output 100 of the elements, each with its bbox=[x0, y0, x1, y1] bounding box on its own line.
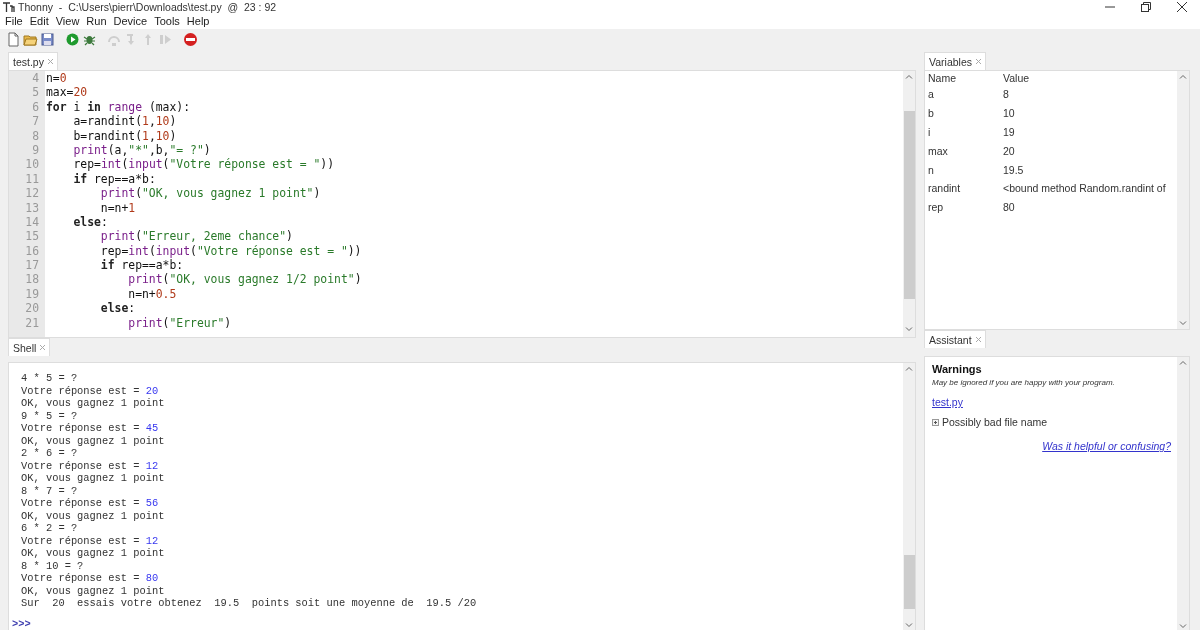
plus-box-icon[interactable] bbox=[932, 418, 939, 426]
code-line: n=0 bbox=[46, 71, 67, 85]
code-line: max=20 bbox=[46, 85, 88, 100]
menu-item[interactable]: Edit bbox=[26, 15, 52, 27]
scroll-thumb[interactable] bbox=[903, 111, 915, 299]
code-line: if rep==a*b: bbox=[99, 258, 184, 273]
code-line: a=randint(1,10) bbox=[72, 114, 177, 129]
table-cell-text: 8 bbox=[1003, 88, 1010, 101]
line-number: 19 bbox=[25, 286, 39, 301]
close-icon[interactable] bbox=[1177, 1, 1187, 12]
shell-output-line: OK, vous gagnez 1 point bbox=[21, 584, 165, 597]
panel-tab[interactable]: test.py bbox=[8, 52, 58, 70]
panel-tab[interactable]: Variables bbox=[924, 52, 986, 70]
code-line: print(a,"*",b,"= ?") bbox=[72, 142, 211, 157]
line-number: 14 bbox=[25, 214, 39, 229]
shell-output-line: 6 * 2 = ? bbox=[21, 522, 78, 534]
warnings-note: May be ignored if you are happy with your program. bbox=[932, 378, 1116, 387]
line-number: 9 bbox=[32, 142, 39, 157]
menu-item[interactable]: File bbox=[2, 15, 26, 27]
save-button[interactable] bbox=[40, 31, 55, 47]
menu-item[interactable]: Device bbox=[110, 15, 151, 27]
warning-item: Possibly bad file name bbox=[942, 416, 1048, 428]
code-line: print("Erreur") bbox=[127, 315, 232, 330]
code-line: print("OK, vous gagnez 1 point") bbox=[99, 186, 321, 201]
code-line: rep=int(input("Votre réponse est = ")) bbox=[72, 157, 335, 172]
warnings-heading: Warnings bbox=[932, 363, 983, 375]
shell-output-line: Votre réponse est = 45 bbox=[21, 422, 159, 434]
chevron-up-icon[interactable] bbox=[905, 73, 913, 81]
scrollbar[interactable] bbox=[1177, 357, 1189, 630]
code-line: b=randint(1,10) bbox=[72, 128, 177, 143]
app-logo-icon bbox=[3, 1, 15, 12]
chevron-down-icon[interactable] bbox=[1179, 622, 1187, 630]
code-line: else: bbox=[99, 301, 136, 316]
shell-output-line: 4 * 5 = ? bbox=[21, 372, 78, 384]
shell-console[interactable] bbox=[8, 362, 916, 630]
scrollbar[interactable] bbox=[903, 363, 915, 630]
file-link[interactable]: test.py bbox=[932, 396, 963, 408]
shell-output-line: Votre réponse est = 12 bbox=[21, 534, 159, 547]
shell-output-line: OK, vous gagnez 1 point bbox=[21, 547, 165, 559]
table-cell-text: randint bbox=[928, 182, 962, 195]
shell-output-line: 2 * 6 = ? bbox=[21, 447, 78, 459]
line-number: 5 bbox=[32, 85, 39, 100]
line-number: 16 bbox=[25, 243, 39, 258]
chevron-up-icon[interactable] bbox=[1179, 73, 1187, 81]
shell-output-line: OK, vous gagnez 1 point bbox=[21, 434, 165, 447]
code-line: print("OK, vous gagnez 1/2 point") bbox=[127, 272, 362, 287]
table-cell-text: <bound method Random.randint of bbox=[1003, 182, 1167, 195]
column-header[interactable]: Value bbox=[1003, 72, 1177, 84]
table-cell-text: a bbox=[928, 88, 935, 101]
shell-output-line: Votre réponse est = 20 bbox=[21, 384, 159, 397]
chevron-down-icon[interactable] bbox=[1179, 319, 1187, 327]
code-line: for i in range (max): bbox=[46, 99, 191, 114]
scroll-thumb[interactable] bbox=[903, 555, 915, 609]
line-number: 18 bbox=[25, 272, 39, 287]
line-number: 6 bbox=[32, 99, 39, 114]
code-line: rep=int(input("Votre réponse est = ")) bbox=[99, 243, 362, 258]
feedback-link[interactable]: Was it helpful or confusing? bbox=[1042, 440, 1171, 452]
menu-item[interactable]: Help bbox=[183, 15, 213, 27]
menu-item[interactable]: Tools bbox=[151, 15, 183, 27]
table-cell-text: rep bbox=[928, 201, 945, 214]
column-header[interactable]: Name bbox=[928, 72, 1003, 84]
panel-tab[interactable]: Shell bbox=[8, 338, 51, 356]
line-number: 11 bbox=[25, 171, 39, 186]
chevron-up-icon[interactable] bbox=[905, 365, 913, 373]
code-editor[interactable] bbox=[8, 70, 916, 338]
line-number: 15 bbox=[25, 229, 39, 244]
shell-output-line: 8 * 7 = ? bbox=[21, 484, 78, 497]
stop-button[interactable] bbox=[183, 31, 198, 47]
chevron-up-icon[interactable] bbox=[1179, 359, 1187, 367]
shell-output-line: 9 * 5 = ? bbox=[21, 409, 78, 422]
run-button[interactable] bbox=[65, 31, 80, 47]
scrollbar[interactable] bbox=[1177, 71, 1189, 329]
stop-icon bbox=[183, 31, 198, 47]
line-number: 17 bbox=[25, 258, 39, 273]
shell-output-line: Votre réponse est = 12 bbox=[21, 459, 159, 472]
code-line: n=n+0.5 bbox=[128, 286, 177, 301]
line-number: 13 bbox=[25, 200, 39, 215]
shell-output-line: OK, vous gagnez 1 point bbox=[21, 509, 165, 522]
new-file-button[interactable] bbox=[6, 31, 21, 47]
table-cell-text: 80 bbox=[1003, 201, 1016, 214]
chevron-down-icon[interactable] bbox=[905, 325, 913, 333]
menu-item[interactable]: Run bbox=[83, 15, 110, 27]
shell-output-line: OK, vous gagnez 1 point bbox=[21, 397, 165, 409]
table-cell-text: max bbox=[928, 144, 949, 157]
code-line: print("Erreur, 2eme chance") bbox=[99, 229, 293, 244]
scrollbar[interactable] bbox=[903, 71, 915, 337]
table-cell-text: n bbox=[928, 163, 935, 176]
code-line: if rep==a*b: bbox=[72, 171, 156, 186]
table-cell-text: b bbox=[928, 107, 935, 120]
play-icon bbox=[65, 31, 80, 47]
shell-output-line: Votre réponse est = 80 bbox=[21, 572, 159, 584]
chevron-down-icon[interactable] bbox=[905, 621, 913, 629]
menu-item[interactable]: View bbox=[52, 15, 83, 27]
shell-output-line: OK, vous gagnez 1 point bbox=[21, 472, 165, 484]
table-cell-text: 19.5 bbox=[1003, 163, 1025, 176]
panel-tab[interactable]: Assistant bbox=[924, 330, 986, 348]
maximize-icon[interactable] bbox=[1141, 1, 1151, 12]
shell-output-line: 8 * 10 = ? bbox=[21, 559, 84, 572]
code-line: n=n+1 bbox=[99, 200, 136, 215]
table-cell-text: 10 bbox=[1003, 107, 1016, 120]
